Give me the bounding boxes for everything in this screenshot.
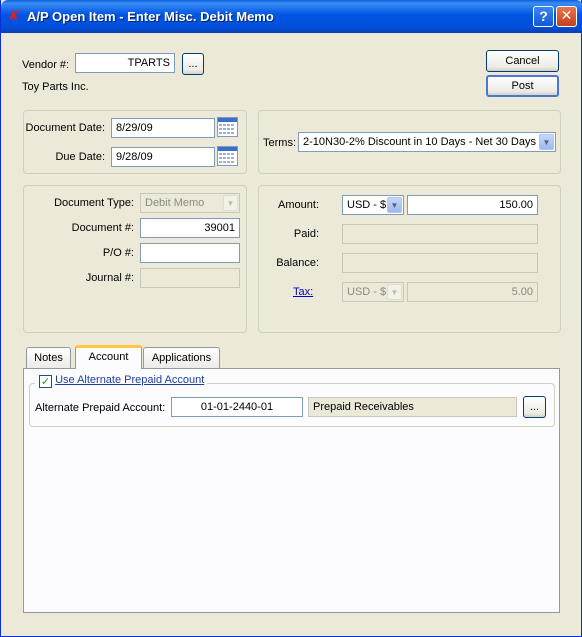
tax-currency-value: USD - $ xyxy=(347,286,387,298)
document-date-input[interactable]: 8/29/09 xyxy=(111,118,215,138)
terms-value: 2-10N30-2% Discount in 10 Days - Net 30 … xyxy=(303,136,536,148)
tax-amount-input: 5.00 xyxy=(407,282,538,302)
help-button[interactable]: ? xyxy=(533,6,554,27)
tab-applications[interactable]: Applications xyxy=(143,347,220,368)
chevron-down-icon: ▼ xyxy=(223,195,238,211)
alternate-account-lookup-button[interactable]: ... xyxy=(523,396,546,418)
tax-currency-select: USD - $ ▼ xyxy=(342,282,404,302)
alternate-account-number-input[interactable]: 01-01-2440-01 xyxy=(171,397,303,417)
tab-account[interactable]: Account xyxy=(75,345,142,369)
document-number-input[interactable]: 39001 xyxy=(140,218,240,238)
cancel-button[interactable]: Cancel xyxy=(486,50,559,72)
currency-select[interactable]: USD - $ ▼ xyxy=(342,195,404,215)
tab-notes[interactable]: Notes xyxy=(26,347,71,368)
due-date-input[interactable]: 9/28/09 xyxy=(111,147,215,167)
window-title: A/P Open Item - Enter Misc. Debit Memo xyxy=(27,9,274,24)
vendor-lookup-button[interactable]: ... xyxy=(182,53,204,75)
balance-label: Balance: xyxy=(276,257,319,269)
amount-label: Amount: xyxy=(278,199,319,211)
vendor-label: Vendor #: xyxy=(22,59,70,71)
balance-input xyxy=(342,253,538,273)
title-bar[interactable]: ✘ A/P Open Item - Enter Misc. Debit Memo… xyxy=(1,0,582,33)
paid-input xyxy=(342,224,538,244)
alternate-account-checkbox-label[interactable]: Use Alternate Prepaid Account xyxy=(55,374,204,386)
currency-value: USD - $ xyxy=(347,199,387,211)
post-button[interactable]: Post xyxy=(486,75,559,97)
vendor-name: Toy Parts Inc. xyxy=(22,81,89,93)
po-number-label: P/O #: xyxy=(102,247,134,259)
alternate-account-checkbox-row[interactable]: ✓ Use Alternate Prepaid Account xyxy=(35,374,208,388)
terms-label: Terms: xyxy=(263,137,296,149)
chevron-down-icon[interactable]: ▼ xyxy=(387,197,402,213)
chevron-down-icon: ▼ xyxy=(387,284,402,300)
po-number-input[interactable] xyxy=(140,243,240,263)
journal-number-input xyxy=(140,268,240,288)
terms-select[interactable]: 2-10N30-2% Discount in 10 Days - Net 30 … xyxy=(298,132,556,152)
alternate-account-name: Prepaid Receivables xyxy=(308,397,517,417)
document-type-label: Document Type: xyxy=(54,197,134,209)
alternate-account-label: Alternate Prepaid Account: xyxy=(35,402,166,414)
vendor-input[interactable]: TPARTS xyxy=(75,53,175,73)
due-date-calendar-icon[interactable] xyxy=(217,146,238,166)
document-number-label: Document #: xyxy=(71,222,134,234)
document-type-value: Debit Memo xyxy=(145,197,205,209)
document-date-label: Document Date: xyxy=(25,122,105,134)
journal-number-label: Journal #: xyxy=(85,272,134,284)
paid-label: Paid: xyxy=(293,228,319,240)
app-icon: ✘ xyxy=(8,8,20,24)
chevron-down-icon[interactable]: ▼ xyxy=(539,134,554,150)
document-type-select: Debit Memo ▼ xyxy=(140,193,240,213)
document-date-calendar-icon[interactable] xyxy=(217,117,238,137)
tax-link[interactable]: Tax: xyxy=(293,286,313,298)
account-tab-panel: ✓ Use Alternate Prepaid Account Alternat… xyxy=(23,368,560,613)
due-date-label: Due Date: xyxy=(55,151,105,163)
dialog-window: ✘ A/P Open Item - Enter Misc. Debit Memo… xyxy=(0,0,582,637)
alternate-account-checkbox[interactable]: ✓ xyxy=(39,375,52,388)
close-button[interactable]: ✕ xyxy=(556,6,577,27)
amount-input[interactable]: 150.00 xyxy=(407,195,538,215)
